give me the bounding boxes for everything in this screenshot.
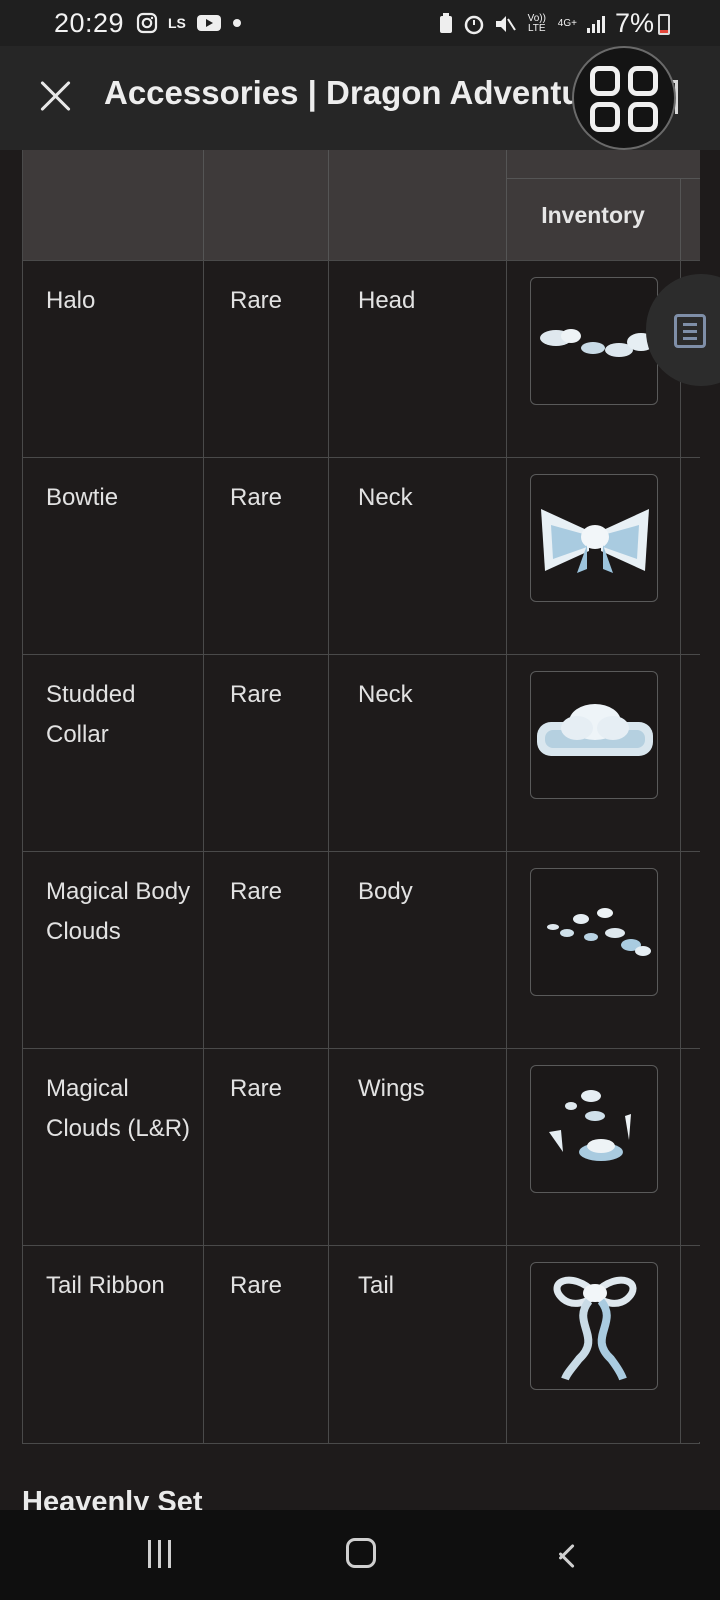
column-header-inventory: Inventory bbox=[541, 202, 645, 228]
accessory-name: Tail Ribbon bbox=[46, 1272, 165, 1299]
battery-saver-icon bbox=[439, 12, 452, 33]
floating-app-button[interactable] bbox=[572, 46, 676, 150]
system-navigation-bar bbox=[0, 1510, 720, 1600]
mute-icon bbox=[495, 15, 516, 32]
grid-square-icon bbox=[628, 102, 658, 132]
home-icon[interactable] bbox=[346, 1538, 376, 1568]
bowtie-icon[interactable] bbox=[530, 474, 658, 602]
system-icons: Vo)) LTE 4G+ 7% bbox=[438, 8, 654, 39]
accessory-slot: Wings bbox=[358, 1075, 425, 1102]
status-bar: 20:29 LS Vo)) LTE 4G+ 7% bbox=[0, 0, 720, 46]
recent-apps-icon[interactable] bbox=[146, 1540, 176, 1570]
accessory-slot: Body bbox=[358, 878, 413, 905]
table-row: Magical Clouds (L&R) Rare Wings bbox=[23, 1048, 700, 1246]
accessory-slot: Neck bbox=[358, 484, 413, 511]
studded-collar-icon[interactable] bbox=[530, 671, 658, 799]
notification-icons: LS bbox=[136, 12, 242, 34]
grid-square-icon bbox=[628, 66, 658, 96]
instagram-icon bbox=[136, 12, 158, 34]
battery-percent: 7% bbox=[614, 8, 654, 38]
accessory-rarity: Rare bbox=[230, 287, 283, 314]
accessory-slot: Tail bbox=[358, 1272, 395, 1299]
accessory-rarity: Rare bbox=[230, 484, 283, 511]
accessory-name: Magical Body Clouds bbox=[46, 878, 191, 945]
accessory-name: Magical Clouds (L&R) bbox=[46, 1075, 191, 1142]
battery-icon bbox=[658, 14, 670, 35]
accessory-name: Halo bbox=[46, 287, 96, 314]
table-row: Magical Body Clouds Rare Body bbox=[23, 851, 700, 1049]
document-icon bbox=[674, 314, 706, 348]
table-row: Halo Rare Head bbox=[23, 260, 700, 458]
table-header: Inventory bbox=[23, 150, 700, 260]
accessory-rarity: Rare bbox=[230, 878, 283, 905]
volte-label: Vo)) LTE bbox=[527, 12, 546, 34]
accessory-name: Studded Collar bbox=[46, 681, 136, 748]
grid-square-icon bbox=[590, 102, 620, 132]
tail-ribbon-icon[interactable] bbox=[530, 1262, 658, 1390]
accessory-slot: Head bbox=[358, 287, 416, 314]
accessory-rarity: Rare bbox=[230, 681, 283, 708]
table-row: Bowtie Rare Neck bbox=[23, 457, 700, 655]
accessory-rarity: Rare bbox=[230, 1075, 283, 1102]
magical-clouds-icon[interactable] bbox=[530, 1065, 658, 1193]
close-icon[interactable] bbox=[36, 76, 76, 116]
alarm-icon bbox=[464, 15, 484, 34]
grid-square-icon bbox=[590, 66, 620, 96]
youtube-icon bbox=[196, 15, 221, 31]
table-row: Tail Ribbon Rare Tail bbox=[23, 1245, 700, 1443]
table-row: Studded Collar Rare Neck bbox=[23, 654, 700, 852]
accessory-name: Bowtie bbox=[46, 484, 119, 511]
accessories-table: Inventory Halo Rare Head Bowtie Rare Nec… bbox=[22, 150, 700, 1444]
back-icon[interactable] bbox=[556, 1540, 576, 1570]
network-label: 4G+ bbox=[557, 17, 577, 29]
dot-icon bbox=[232, 19, 241, 27]
accessory-slot: Neck bbox=[358, 681, 413, 708]
accessory-rarity: Rare bbox=[230, 1272, 283, 1299]
magical-body-clouds-icon[interactable] bbox=[530, 868, 658, 996]
signal-icon bbox=[586, 15, 605, 33]
halo-icon[interactable] bbox=[530, 277, 658, 405]
carrier-icon: LS bbox=[168, 15, 186, 31]
status-time: 20:29 bbox=[54, 8, 125, 38]
